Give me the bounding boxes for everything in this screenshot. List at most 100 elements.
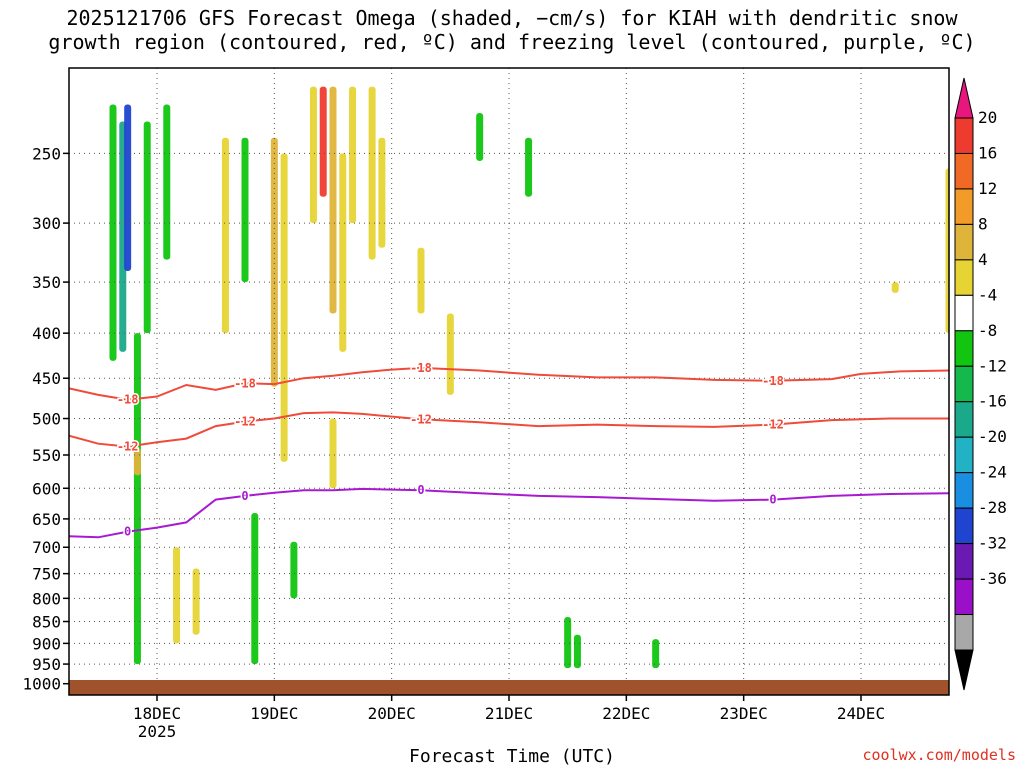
y-tick-label-350: 350	[32, 273, 61, 292]
colorbar-label-11: -28	[978, 498, 1007, 517]
colorbar-box-2	[954, 152, 974, 190]
colorbar-label-13: -36	[978, 569, 1007, 588]
y-tick-label-600: 600	[32, 479, 61, 498]
contour-label-2-0: 0	[124, 525, 131, 539]
y-tick-label-400: 400	[32, 324, 61, 343]
colorbar-label-5: -4	[978, 285, 997, 304]
contour-label-0-2: -18	[410, 361, 432, 375]
colorbar-top-arrow	[954, 77, 974, 119]
omega-region-17	[329, 86, 337, 314]
omega-region-9	[221, 137, 229, 334]
omega-region-14	[290, 541, 298, 599]
omega-region-16	[319, 86, 327, 197]
omega-region-18	[329, 418, 337, 489]
contour-label-1-1: -12	[234, 415, 256, 429]
omega-region-23	[417, 247, 425, 314]
colorbar-box-13	[954, 543, 974, 580]
x-tick-label-5: 23DEC	[720, 704, 768, 723]
omega-region-10	[241, 137, 249, 283]
y-tick-label-500: 500	[32, 410, 61, 429]
colorbar-label-2: 12	[978, 179, 997, 198]
colorbar-box-15	[954, 614, 974, 651]
colorbar-label-6: -8	[978, 321, 997, 340]
colorbar-box-14	[954, 578, 974, 616]
colorbar-box-11	[954, 472, 974, 509]
contour-label-0-0: -18	[117, 393, 139, 407]
colorbar-box-6	[954, 294, 974, 332]
plot-background	[69, 68, 949, 695]
credit-link[interactable]: coolwx.com/models	[862, 746, 1016, 764]
contour-label-2-3: 0	[769, 493, 776, 507]
contour-label-1-0: -12	[117, 440, 139, 454]
y-tick-label-550: 550	[32, 446, 61, 465]
y-tick-label-700: 700	[32, 538, 61, 557]
omega-cross-section-chart: -18 -18 -18 -18 -12 -12 -12 -12 0 0 0 0 250 300 350 40…	[22, 67, 1007, 741]
colorbar-box-1	[954, 117, 974, 154]
contour-label-1-3: -12	[762, 418, 784, 432]
omega-region-15	[309, 86, 317, 224]
x-tick-label-1: 19DEC	[250, 704, 298, 723]
x-tick-label-6: 24DEC	[837, 704, 885, 723]
colorbar-label-0: 20	[978, 108, 997, 127]
colorbar-label-7: -12	[978, 356, 1007, 375]
terrain-ground	[69, 680, 949, 695]
colorbar-box-4	[954, 223, 974, 261]
colorbar-label-8: -16	[978, 392, 1007, 411]
omega-region-19	[339, 153, 347, 352]
y-tick-label-950: 950	[32, 655, 61, 674]
x-tick-label-4: 22DEC	[602, 704, 650, 723]
contour-label-0-1: -18	[234, 376, 256, 390]
colorbar-box-3	[954, 188, 974, 225]
y-tick-label-1000: 1000	[22, 675, 61, 694]
y-tick-label-800: 800	[32, 589, 61, 608]
x-tick-label-0: 18DEC	[133, 704, 181, 723]
omega-region-6	[163, 104, 171, 260]
omega-region-28	[573, 634, 581, 669]
omega-region-27	[564, 616, 572, 669]
colorbar-box-9	[954, 401, 974, 438]
omega-region-24	[446, 313, 454, 395]
y-tick-label-300: 300	[32, 214, 61, 233]
contour-label-2-1: 0	[241, 489, 248, 503]
omega-region-12	[270, 137, 278, 387]
omega-region-11	[251, 512, 259, 665]
omega-region-8	[192, 568, 200, 635]
y-tick-label-650: 650	[32, 510, 61, 529]
contour-label-1-2: -12	[410, 412, 432, 426]
omega-region-21	[368, 86, 376, 260]
omega-region-2	[124, 104, 132, 271]
x-axis: 18DEC 19DEC 20DEC 21DEC 22DEC 23DEC 24DEC 2025	[133, 695, 885, 741]
omega-region-30	[891, 282, 899, 293]
contour-label-2-2: 0	[417, 483, 424, 497]
x-tick-label-2: 20DEC	[368, 704, 416, 723]
colorbar: 20 16 12 8 4 -4 -8 -12 -16 -20 -24 -28 -32 -36	[954, 77, 1007, 691]
omega-region-29	[652, 639, 660, 669]
colorbar-box-10	[954, 436, 974, 474]
x-tick-label-3: 21DEC	[485, 704, 533, 723]
y-tick-label-900: 900	[32, 634, 61, 653]
y-tick-label-450: 450	[32, 369, 61, 388]
omega-region-22	[378, 137, 386, 248]
x-year-label: 2025	[138, 722, 177, 741]
omega-region-0	[109, 104, 117, 361]
omega-region-7	[173, 547, 181, 644]
omega-region-3	[133, 333, 141, 665]
colorbar-box-7	[954, 330, 974, 367]
omega-region-26	[525, 137, 533, 197]
colorbar-label-4: 4	[978, 250, 988, 269]
y-tick-label-750: 750	[32, 565, 61, 584]
colorbar-box-12	[954, 507, 974, 545]
contour-label-0-3: -18	[762, 374, 784, 388]
colorbar-label-9: -20	[978, 427, 1007, 446]
y-tick-label-850: 850	[32, 613, 61, 632]
colorbar-label-10: -24	[978, 463, 1007, 482]
y-axis: 250 300 350 400 450 500 550 600 650 700 750 800 850 9…	[22, 144, 69, 694]
colorbar-label-1: 16	[978, 143, 997, 162]
colorbar-bottom-arrow	[954, 649, 974, 691]
colorbar-box-8	[954, 365, 974, 403]
colorbar-label-3: 8	[978, 214, 988, 233]
colorbar-label-12: -32	[978, 534, 1007, 553]
omega-region-20	[349, 86, 357, 224]
y-tick-label-250: 250	[32, 144, 61, 163]
colorbar-box-5	[954, 259, 974, 296]
